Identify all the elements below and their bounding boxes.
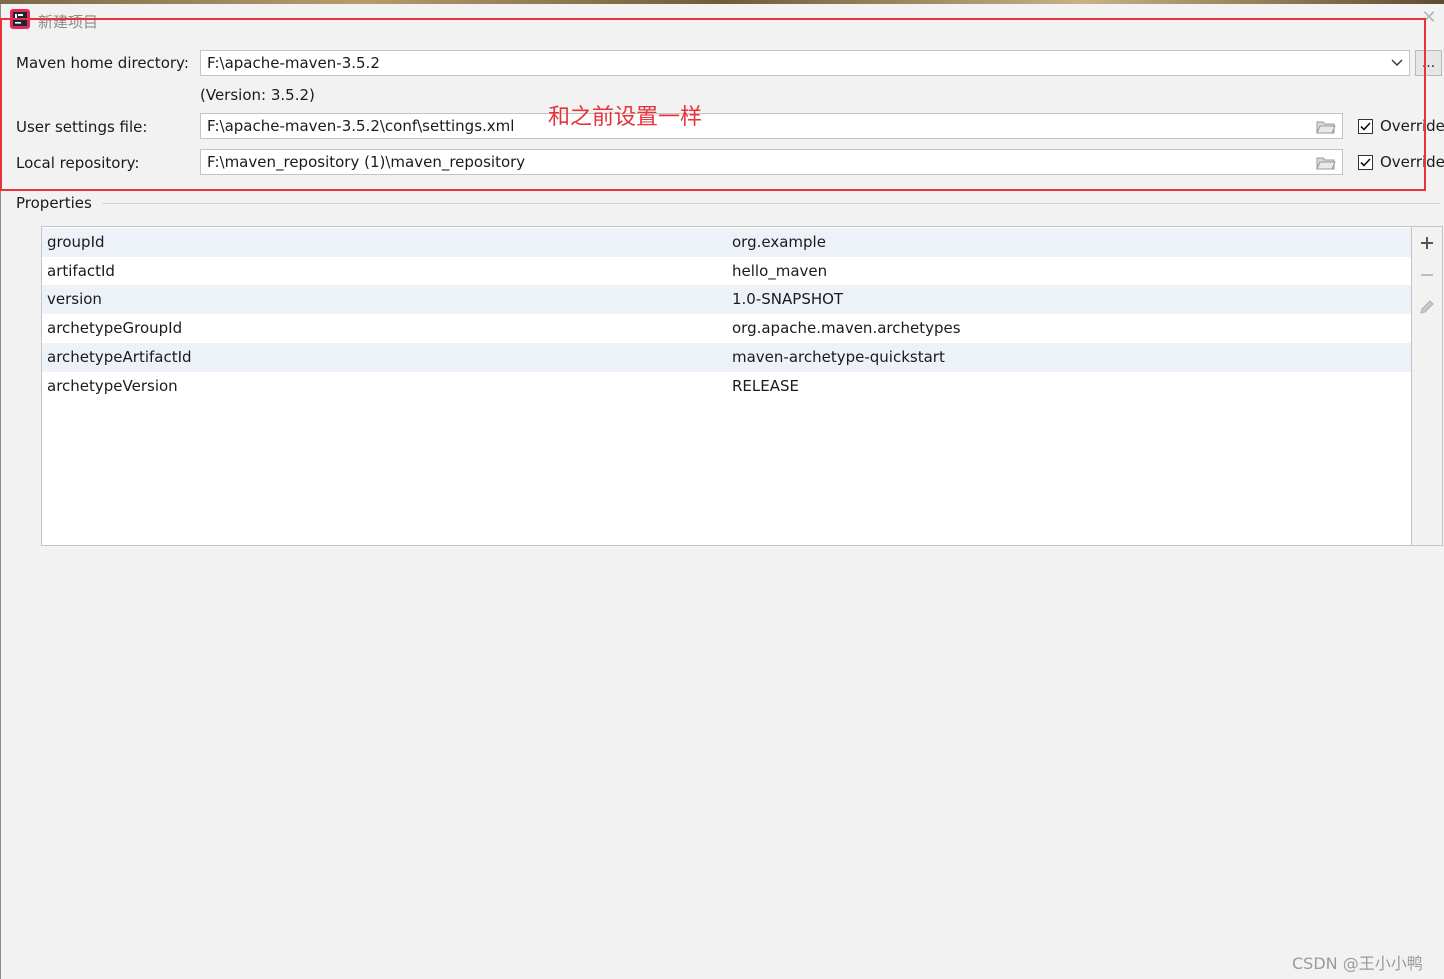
property-key: archetypeVersion xyxy=(47,377,178,395)
property-key: archetypeGroupId xyxy=(47,319,183,337)
edit-icon[interactable] xyxy=(1417,297,1437,317)
add-icon[interactable] xyxy=(1417,233,1437,253)
property-value: org.example xyxy=(732,233,826,251)
property-key: archetypeArtifactId xyxy=(47,348,192,366)
annotation-text: 和之前设置一样 xyxy=(548,105,703,130)
properties-toolbar xyxy=(1411,226,1443,546)
section-divider xyxy=(102,203,1440,204)
annotation-highlight-box xyxy=(0,18,1426,191)
table-row[interactable]: archetypeArtifactId maven-archetype-quic… xyxy=(42,343,1411,372)
watermark: CSDN @王小小鸭 xyxy=(1292,954,1423,973)
properties-table[interactable]: groupId org.example artifactId hello_mav… xyxy=(41,226,1412,546)
property-value: 1.0-SNAPSHOT xyxy=(732,290,844,308)
table-row[interactable]: archetypeGroupId org.apache.maven.archet… xyxy=(42,314,1411,343)
remove-icon[interactable] xyxy=(1417,265,1437,285)
property-value: org.apache.maven.archetypes xyxy=(732,319,961,337)
property-key: artifactId xyxy=(47,262,115,280)
table-row[interactable]: artifactId hello_maven xyxy=(42,257,1411,286)
property-key: groupId xyxy=(47,233,105,251)
property-value: maven-archetype-quickstart xyxy=(732,348,945,366)
property-key: version xyxy=(47,290,102,308)
property-value: hello_maven xyxy=(732,262,828,280)
table-row[interactable]: version 1.0-SNAPSHOT xyxy=(42,285,1411,314)
properties-section-title: Properties xyxy=(16,194,92,212)
table-row[interactable]: archetypeVersion RELEASE xyxy=(42,372,1411,401)
property-value: RELEASE xyxy=(732,377,799,395)
table-row[interactable]: groupId org.example xyxy=(42,228,1411,257)
